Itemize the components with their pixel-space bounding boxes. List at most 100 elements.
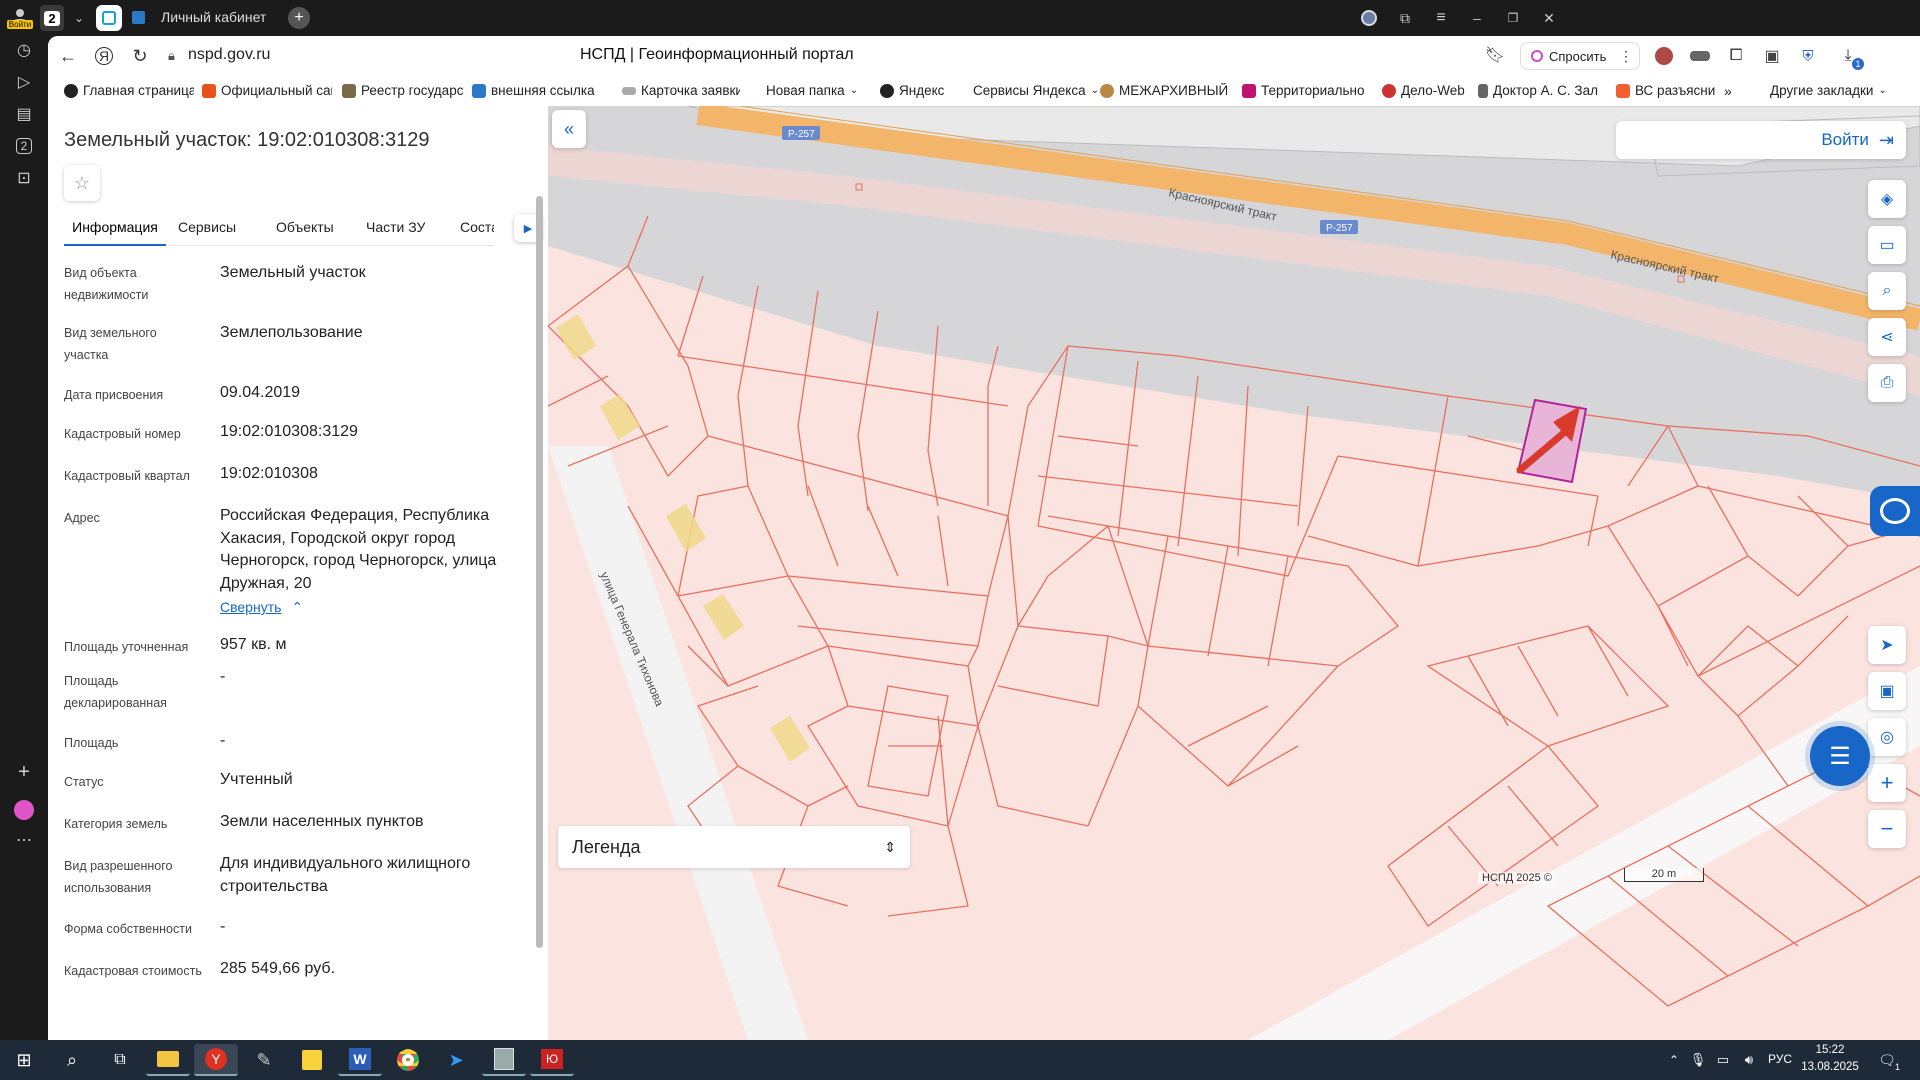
favorite-button[interactable]: ☆ <box>64 165 100 201</box>
ask-button[interactable]: Спросить ⋮ <box>1520 42 1640 70</box>
bookmark-item[interactable]: Главная страница <box>64 83 194 98</box>
menu-icon[interactable]: ≡ <box>1430 5 1452 31</box>
zoom-out-button[interactable]: − <box>1868 810 1906 848</box>
bookmark-folder[interactable]: Сервисы Яндекса ⌄ <box>973 83 1103 98</box>
collapse-panel-button[interactable]: « <box>552 110 586 148</box>
other-bookmarks[interactable]: Другие закладки ⌄ <box>1770 83 1900 98</box>
extensions-icon[interactable]: ⧠ <box>1724 44 1748 68</box>
panel-scrollbar[interactable] <box>536 196 543 948</box>
camera-icon[interactable]: ⊡ <box>10 164 38 192</box>
bookmark-item[interactable]: Территориально <box>1242 83 1368 98</box>
tab-objects[interactable]: Объекты <box>276 210 334 246</box>
telegram-icon[interactable]: ➤ <box>434 1044 478 1076</box>
tray-overflow-icon[interactable]: ⌃ <box>1666 1050 1682 1070</box>
alice-assistant-icon[interactable] <box>10 796 38 824</box>
bookmark-item[interactable]: Дело-Web <box>1382 83 1472 98</box>
downloads-icon[interactable]: ⤓ 1 <box>1836 44 1864 70</box>
minimap-button[interactable]: ▣ <box>1868 672 1906 710</box>
clock[interactable]: 15:22 13.08.2025 <box>1800 1042 1860 1076</box>
yandex-browser-icon[interactable]: Y <box>194 1044 238 1076</box>
map-canvas[interactable]: Красноярский тракт Красноярский тракт ул… <box>548 106 1920 1040</box>
reload-icon[interactable]: ↻ <box>126 42 154 70</box>
tab-parts[interactable]: Части ЗУ <box>366 210 425 246</box>
tab-count-button[interactable]: 2 <box>40 5 64 31</box>
profile-button[interactable]: Войти <box>6 5 34 31</box>
back-icon[interactable]: ← <box>54 42 82 70</box>
collections-icon[interactable]: ⧉ <box>1394 5 1416 31</box>
locate-button[interactable]: ➤ <box>1868 626 1906 664</box>
microphone-icon[interactable]: 🎙︎ <box>1690 1050 1707 1070</box>
alice-icon[interactable] <box>1358 5 1380 31</box>
close-icon[interactable]: ✕ <box>1538 5 1560 31</box>
field-value: Земельный участок <box>220 264 366 281</box>
tab-lk[interactable]: Личный кабинет <box>128 5 278 31</box>
bookmark-label: Другие закладки <box>1770 83 1874 98</box>
bookmark-item[interactable]: внешняя ссылка <box>472 83 600 98</box>
yandex-icon[interactable]: Я <box>90 42 118 70</box>
history-icon[interactable]: ◷ <box>10 36 38 64</box>
search-area-button[interactable]: ⌕ <box>1868 272 1906 310</box>
tab-information[interactable]: Информация <box>64 210 166 246</box>
geo-button[interactable]: ◎ <box>1868 718 1906 756</box>
legend-toggle[interactable]: Легенда ⇕ <box>558 826 910 868</box>
share-button[interactable]: ⋖ <box>1868 318 1906 356</box>
task-view-icon[interactable]: ⧉ <box>98 1044 142 1076</box>
word-icon[interactable]: W <box>338 1044 382 1076</box>
chrome-icon[interactable] <box>386 1044 430 1076</box>
more-icon[interactable]: ⋯ <box>10 826 38 854</box>
ruler-button[interactable]: ▭ <box>1868 226 1906 264</box>
bookmark-item[interactable]: Яндекс <box>880 83 960 98</box>
app-portrait-icon[interactable] <box>482 1044 526 1076</box>
bookmark-item[interactable]: МЕЖАРХИВНЫЙ <box>1100 83 1228 98</box>
extension-2-icon[interactable] <box>1688 44 1712 68</box>
login-button[interactable]: Войти ⇥ <box>1616 121 1906 159</box>
restore-icon[interactable]: ❐ <box>1502 5 1524 31</box>
assistant-button[interactable] <box>1870 486 1920 536</box>
chat-support-button[interactable]: ☰ <box>1810 726 1870 786</box>
bookmark-item[interactable]: Официальный сайт <box>202 83 332 98</box>
counter-2-icon[interactable]: 2 <box>10 132 38 160</box>
file-explorer-icon[interactable] <box>146 1044 190 1076</box>
tab-active[interactable] <box>96 5 122 31</box>
panel-tabs: Информация Сервисы Объекты Части ЗУ Сост… <box>64 210 542 246</box>
bookmark-item[interactable]: ВС разъясни <box>1616 83 1716 98</box>
tabs-dropdown-button[interactable]: ⌄ <box>68 5 90 31</box>
bookmark-icon[interactable]: 🔖︎ <box>1485 45 1505 65</box>
sticky-notes-icon[interactable] <box>290 1044 334 1076</box>
collapse-link[interactable]: Свернуть ⌃ <box>220 599 303 616</box>
vpn-icon[interactable]: ⛨ <box>1796 44 1820 68</box>
tab-services[interactable]: Сервисы <box>178 210 236 246</box>
volume-icon[interactable]: 🔊︎ <box>1740 1050 1758 1070</box>
sidebar-icon[interactable]: ▣ <box>1760 44 1784 68</box>
add-panel-icon[interactable]: + <box>10 758 38 786</box>
bookmark-folder[interactable]: Новая папка ⌄ <box>766 83 866 98</box>
network-icon[interactable]: ▭ <box>1714 1050 1732 1070</box>
play-icon[interactable]: ▷ <box>10 68 38 96</box>
extension-1-icon[interactable] <box>1652 44 1676 68</box>
notes-icon[interactable]: ▤ <box>10 100 38 128</box>
tab-composition[interactable]: Соста <box>460 210 494 246</box>
pin-icon: ◎ <box>1880 729 1894 746</box>
url-field[interactable]: 🔒︎ nspd.gov.ru НСПД | Геоинформационный … <box>160 40 1525 72</box>
new-tab-button[interactable]: + <box>288 7 310 29</box>
field-assign-date: Дата присвоения 09.04.2019 <box>64 382 534 412</box>
bookmark-item[interactable]: Доктор А. С. Зал <box>1478 83 1604 98</box>
zoom-in-button[interactable]: + <box>1868 764 1906 802</box>
plus-circle-icon <box>64 83 78 98</box>
notifications-icon[interactable]: 🗨︎ 1 <box>1872 1048 1902 1073</box>
app-tool-icon[interactable]: ✎ <box>242 1044 286 1076</box>
language-indicator[interactable]: РУС <box>1768 1052 1792 1066</box>
map-view[interactable]: Красноярский тракт Красноярский тракт ул… <box>548 106 1920 1040</box>
bookmarks-overflow-icon[interactable]: » <box>1724 83 1744 99</box>
bookmark-item[interactable]: Реестр государст <box>342 83 464 98</box>
windows-start-icon[interactable]: ⊞ <box>2 1044 46 1076</box>
ask-more-icon[interactable]: ⋮ <box>1619 48 1633 65</box>
bookmark-item[interactable]: Карточка заявки <box>622 83 740 98</box>
bookmark-label: МЕЖАРХИВНЫЙ <box>1119 83 1228 98</box>
layers-button[interactable]: ◈ <box>1868 180 1906 218</box>
browser-sidebar: ◷ ▷ ▤ 2 ⊡ + ⋯ <box>0 36 48 1040</box>
print-button[interactable]: ⎙ <box>1868 364 1906 402</box>
minimize-icon[interactable]: – <box>1466 5 1488 31</box>
app-red-icon[interactable]: Ю <box>530 1044 574 1076</box>
search-icon[interactable]: ⌕ <box>50 1044 94 1076</box>
